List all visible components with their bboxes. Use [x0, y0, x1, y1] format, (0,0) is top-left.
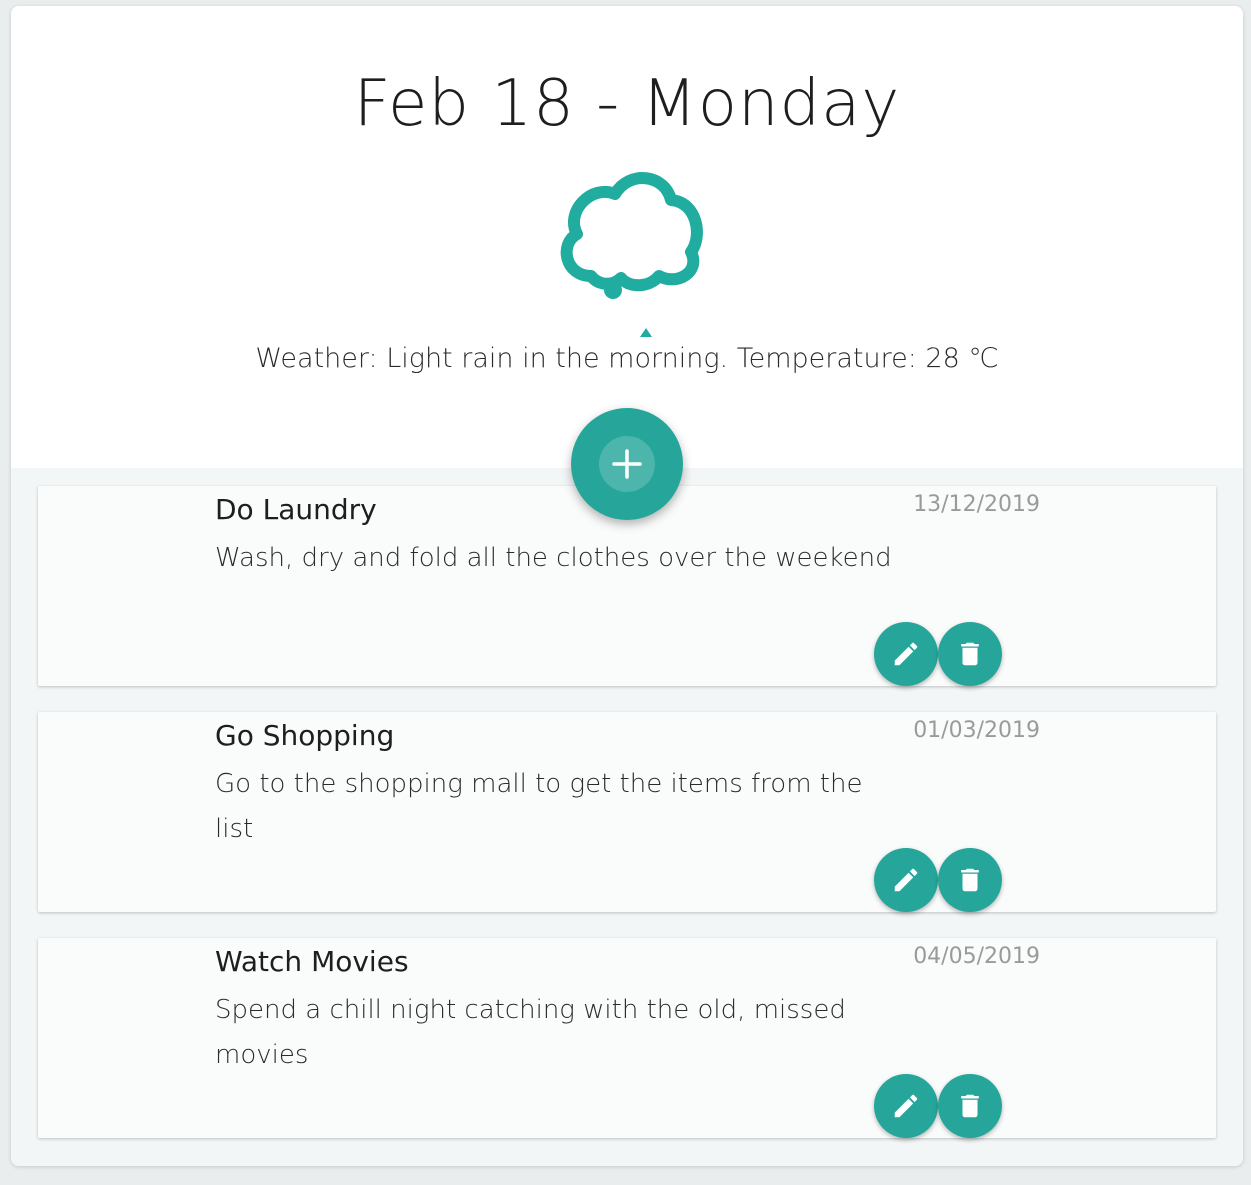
trash-icon — [961, 868, 979, 892]
task-description: Go to the shopping mall to get the items… — [215, 769, 863, 844]
task-date: 01/03/2019 — [913, 718, 1040, 743]
edit-task-button[interactable] — [874, 622, 938, 686]
task-card: Go Shopping Go to the shopping mall to g… — [38, 712, 1216, 912]
delete-task-button[interactable] — [938, 848, 1002, 912]
day-header: Feb 18 - Monday Weather: Light rain in t… — [11, 6, 1243, 468]
edit-task-button[interactable] — [874, 848, 938, 912]
add-task-button[interactable] — [571, 408, 683, 520]
task-title: Do Laundry — [215, 493, 377, 526]
task-card: Watch Movies Spend a chill night catchin… — [38, 938, 1216, 1138]
edit-task-button[interactable] — [874, 1074, 938, 1138]
add-button-ripple — [599, 436, 655, 492]
task-title: Watch Movies — [215, 945, 409, 978]
trash-icon — [961, 1094, 979, 1118]
pencil-icon — [894, 1094, 918, 1118]
delete-task-button[interactable] — [938, 1074, 1002, 1138]
task-list: Do Laundry Wash, dry and fold all the cl… — [11, 468, 1243, 1166]
delete-task-button[interactable] — [938, 622, 1002, 686]
task-description: Wash, dry and fold all the clothes over … — [215, 543, 892, 573]
pencil-icon — [894, 642, 918, 666]
trash-icon — [961, 642, 979, 666]
task-description: Spend a chill night catching with the ol… — [215, 995, 846, 1070]
task-date: 13/12/2019 — [913, 492, 1040, 517]
day-card: Feb 18 - Monday Weather: Light rain in t… — [11, 6, 1243, 1166]
page-title: Feb 18 - Monday — [353, 67, 901, 141]
task-title: Go Shopping — [215, 719, 395, 752]
cloud-icon — [560, 172, 703, 337]
plus-icon — [612, 449, 642, 479]
pencil-icon — [894, 868, 918, 892]
weather-description: Weather: Light rain in the morning. Temp… — [255, 343, 999, 374]
task-date: 04/05/2019 — [913, 944, 1040, 969]
